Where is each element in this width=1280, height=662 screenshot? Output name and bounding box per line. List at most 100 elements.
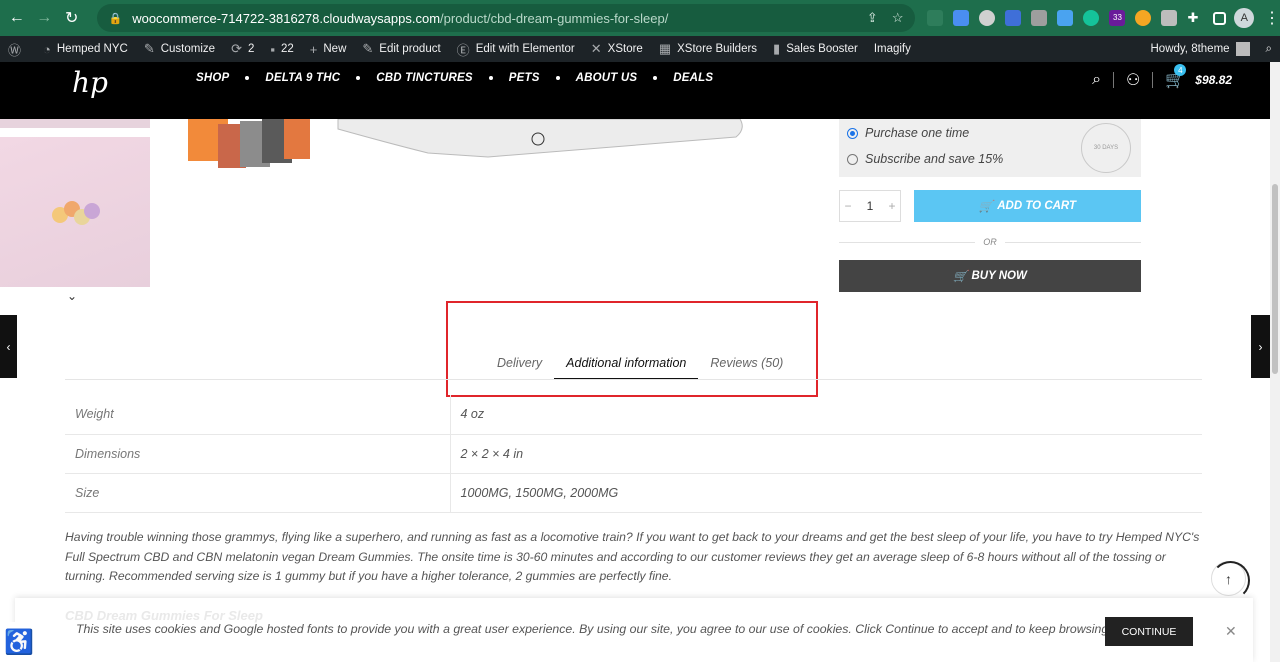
wp-new[interactable]: + New: [302, 36, 355, 62]
brush-icon: ✎: [143, 41, 155, 56]
lock-icon: 🔒: [108, 12, 123, 25]
back-icon[interactable]: ←: [6, 7, 28, 29]
address-bar[interactable]: 🔒 woocommerce-714722-3816278.cloudwaysap…: [96, 4, 916, 32]
table-row: Weight 4 oz: [65, 395, 1202, 435]
gummy-orange-2: [284, 119, 310, 159]
extension-docs-icon[interactable]: [953, 10, 970, 26]
bar-chart-icon: ▮: [773, 41, 781, 56]
wp-site-name[interactable]: ◔ Hemped NYC: [35, 36, 136, 62]
extension-camera-icon[interactable]: [1031, 10, 1048, 26]
close-icon[interactable]: ✕: [1225, 623, 1237, 640]
share-icon[interactable]: ⇪: [867, 10, 878, 26]
tabs-divider: [65, 379, 1202, 380]
attribute-value: 1000MG, 1500MG, 2000MG: [450, 473, 1202, 513]
cookie-continue-button[interactable]: CONTINUE: [1105, 617, 1193, 646]
user-avatar: [1235, 42, 1250, 56]
extension-orange-icon[interactable]: [1135, 10, 1152, 26]
quantity-value[interactable]: 1: [856, 199, 884, 213]
search-icon[interactable]: ⌕: [1092, 71, 1101, 89]
table-row: Dimensions 2 × 2 × 4 in: [65, 434, 1202, 474]
scrollbar-thumb[interactable]: [1272, 184, 1278, 374]
account-icon[interactable]: ⚇: [1126, 70, 1140, 90]
nav-shop[interactable]: SHOP: [196, 72, 229, 84]
plus-icon: +: [309, 41, 318, 57]
minus-button[interactable]: −: [840, 199, 856, 213]
next-product-arrow[interactable]: ›: [1251, 315, 1270, 378]
wp-logo-icon[interactable]: Ⓦ: [0, 36, 35, 62]
product-image[interactable]: [188, 119, 748, 179]
wp-edit-elementor[interactable]: Ⓔ Edit with Elementor: [449, 36, 583, 62]
reload-icon[interactable]: ↻: [61, 7, 83, 29]
extension-tools-icon[interactable]: [1161, 10, 1178, 26]
dashboard-icon: ◔: [43, 41, 51, 57]
nav-delta-9-thc[interactable]: DELTA 9 THC: [265, 72, 340, 84]
add-to-cart-button[interactable]: 🛒 ADD TO CART: [914, 190, 1141, 222]
annotation-highlight-box: [446, 301, 818, 397]
buy-now-button[interactable]: 🛒 BUY NOW: [839, 260, 1141, 292]
nav-pets[interactable]: PETS: [509, 72, 540, 84]
nav-separator: [488, 76, 493, 80]
attribute-label: Dimensions: [65, 434, 451, 474]
browser-menu-icon[interactable]: ⋮: [1264, 8, 1280, 28]
nav-separator: [555, 76, 560, 80]
attribute-value: 2 × 2 × 4 in: [450, 434, 1202, 474]
header-divider: [1113, 72, 1115, 88]
extension-icon[interactable]: [927, 10, 944, 26]
wp-imagify[interactable]: Imagify: [866, 36, 919, 62]
url-path: /product/cbd-dream-gummies-for-sleep/: [440, 10, 669, 26]
bookmark-star-icon[interactable]: ☆: [892, 10, 904, 26]
site-logo[interactable]: hp: [72, 66, 108, 106]
product-description: Having trouble winning those grammys, fl…: [65, 530, 1200, 583]
forward-icon[interactable]: →: [34, 7, 56, 29]
quantity-stepper[interactable]: − 1 +: [839, 190, 901, 222]
scroll-to-top-button[interactable]: ↑: [1211, 561, 1250, 600]
pencil-icon: ✎: [362, 41, 374, 56]
extensions-puzzle-icon[interactable]: ✚: [1187, 10, 1203, 26]
wp-customize[interactable]: ✎ Customize: [136, 36, 223, 62]
radio-checked[interactable]: [847, 127, 858, 139]
tab-reviews[interactable]: Reviews (50): [698, 350, 795, 380]
nav-about-us[interactable]: ABOUT US: [576, 72, 638, 84]
wp-search-icon[interactable]: ⌕: [1258, 36, 1280, 62]
wp-sales-booster[interactable]: ▮ Sales Booster: [765, 36, 866, 62]
grid-icon: ▦: [658, 41, 672, 56]
extension-globe-icon[interactable]: [979, 10, 996, 26]
radio-unchecked[interactable]: [847, 153, 858, 165]
tab-additional-information[interactable]: Additional information: [554, 350, 699, 380]
cookie-text: This site uses cookies and Google hosted…: [76, 622, 1112, 636]
cart-icon: 🛒: [953, 271, 968, 283]
accessibility-icon[interactable]: ♿: [0, 622, 38, 662]
profile-avatar[interactable]: A: [1234, 8, 1255, 28]
attribute-label: Weight: [65, 395, 451, 435]
extension-grammarly-icon[interactable]: [1083, 10, 1100, 26]
extension-new-icon[interactable]: [1057, 10, 1074, 26]
nav-deals[interactable]: DEALS: [673, 72, 713, 84]
guarantee-seal: 30 DAYS: [1081, 123, 1131, 173]
wp-comments[interactable]: ▪ 22: [262, 36, 301, 62]
url-host: woocommerce-714722-3816278.cloudwaysapps…: [132, 10, 441, 26]
chevron-down-icon[interactable]: ⌄: [67, 289, 77, 303]
nav-cbd-tinctures[interactable]: CBD TINCTURES: [376, 72, 473, 84]
purchase-one-time-option[interactable]: Purchase one time: [847, 126, 969, 140]
cart-button[interactable]: 🛒 4 $98.82: [1165, 64, 1232, 90]
cart-icon: 🛒: [978, 201, 994, 213]
subscribe-option[interactable]: Subscribe and save 15%: [847, 152, 1003, 166]
prev-product-arrow[interactable]: ‹: [0, 315, 17, 378]
page-scrollbar[interactable]: [1270, 62, 1280, 662]
wp-xstore-builders[interactable]: ▦ XStore Builders: [651, 36, 765, 62]
sidebar-panel-icon[interactable]: [1213, 11, 1227, 25]
additional-info-table: Weight 4 oz Dimensions 2 × 2 × 4 in Size…: [65, 395, 1202, 513]
attribute-value: 4 oz: [450, 395, 1202, 435]
wp-xstore[interactable]: ✕ XStore: [583, 36, 651, 62]
wp-updates[interactable]: ⟳ 2: [223, 36, 262, 62]
gallery-thumbnail[interactable]: [0, 137, 150, 287]
extension-translate-icon[interactable]: [1005, 10, 1022, 26]
tab-delivery[interactable]: Delivery: [485, 350, 554, 380]
wp-howdy[interactable]: Howdy, 8theme: [1143, 36, 1258, 62]
gallery-thumbnail[interactable]: [0, 119, 150, 128]
wp-edit-product[interactable]: ✎ Edit product: [354, 36, 448, 62]
or-separator: OR: [839, 235, 1141, 249]
extension-badge-icon[interactable]: 33: [1109, 10, 1126, 26]
nav-separator: [653, 76, 658, 80]
plus-button[interactable]: +: [884, 199, 900, 213]
